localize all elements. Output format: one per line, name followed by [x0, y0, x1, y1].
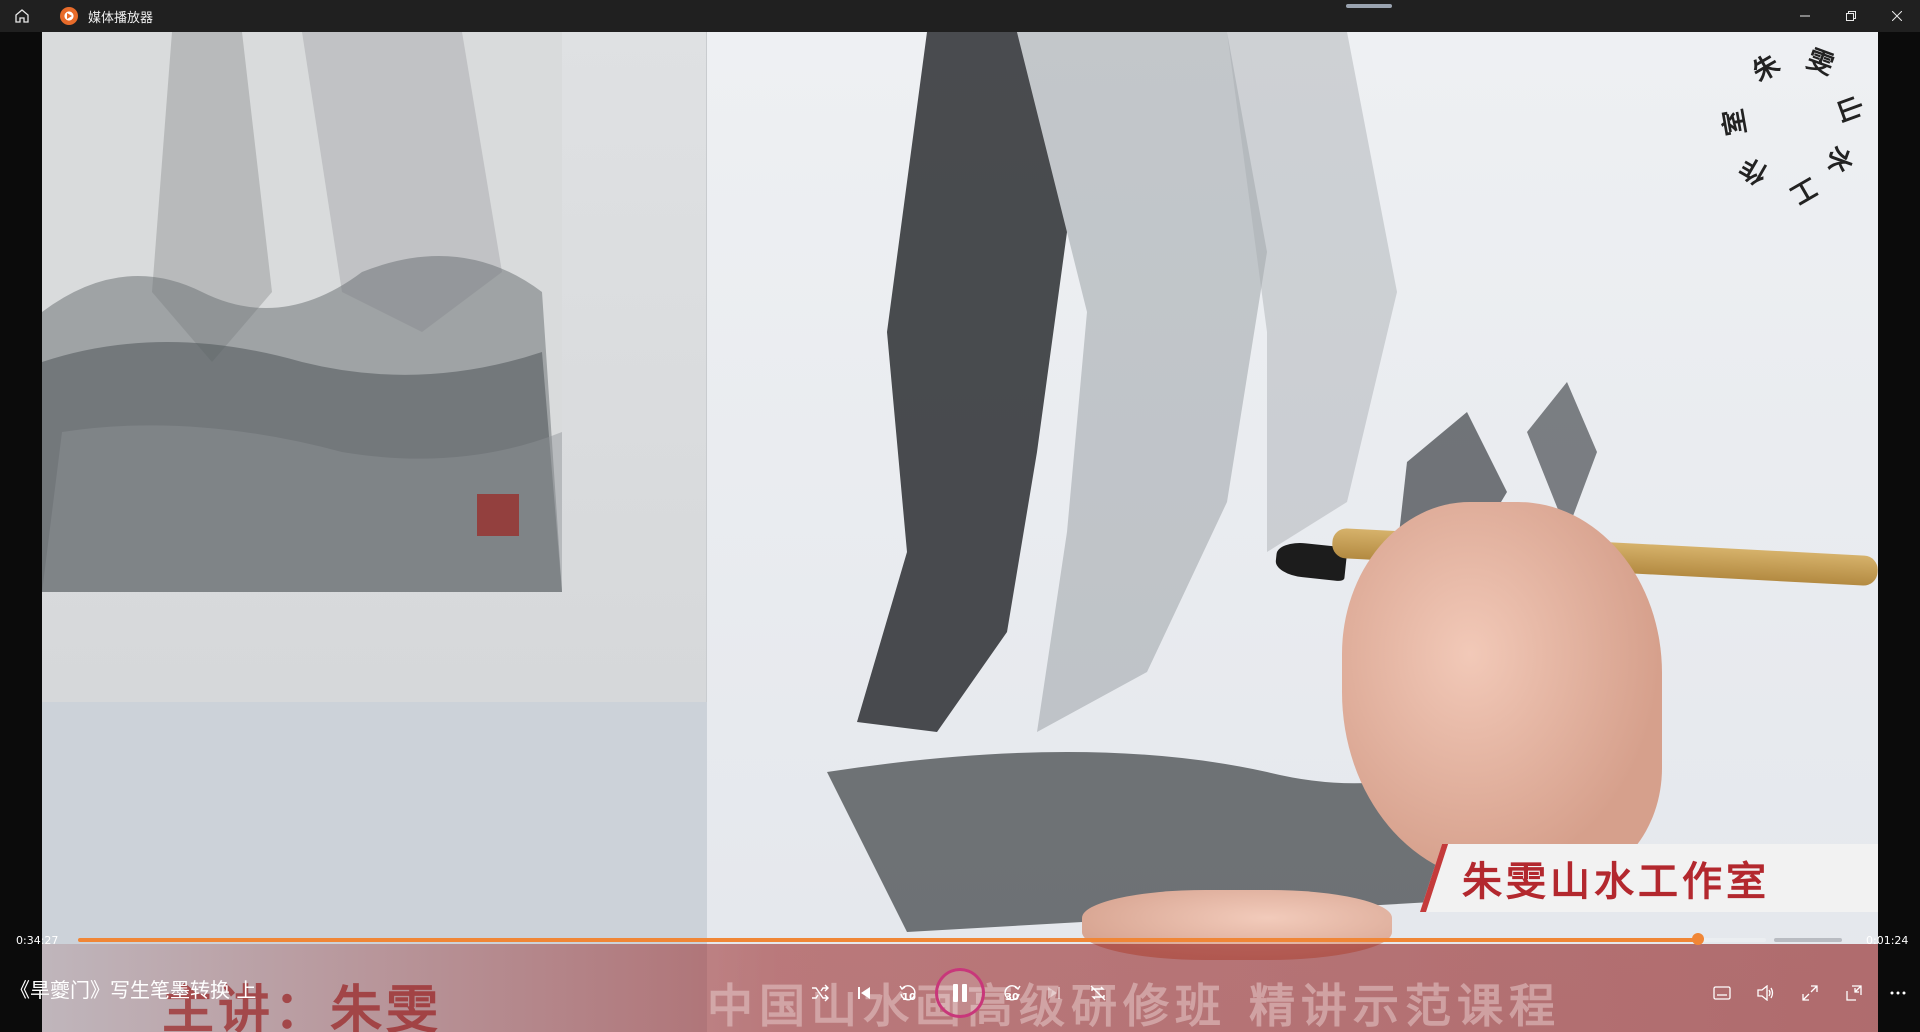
previous-button[interactable] — [844, 973, 884, 1013]
painter-hand — [1342, 502, 1662, 882]
pause-button[interactable] — [935, 968, 985, 1018]
left-painting — [42, 32, 707, 702]
seal-char: 工 — [1784, 170, 1823, 210]
player-controls: 0:34:27 0:01:24 《旱夔门》写生笔墨转换 上 10 30 — [0, 912, 1920, 1032]
fullscreen-button[interactable] — [1790, 973, 1830, 1013]
subtitles-button[interactable] — [1702, 973, 1742, 1013]
volume-track[interactable] — [1774, 938, 1842, 942]
next-icon — [1048, 987, 1060, 999]
subtitles-icon — [1713, 986, 1731, 1000]
video-frame[interactable]: 朱 雯 山 水 工 作 室 朱雯山水工作室 主讲：朱雯 中国山水画高级研修班 精… — [42, 32, 1878, 1032]
studio-name: 朱雯山水工作室 — [1462, 859, 1770, 905]
home-button[interactable] — [0, 0, 44, 32]
media-player-app-icon — [60, 7, 78, 25]
repeat-off-icon — [1090, 985, 1106, 1001]
skip-back-label: 10 — [902, 992, 916, 1003]
volume-icon — [1757, 985, 1774, 1001]
seal-char: 作 — [1735, 150, 1774, 190]
more-options-button[interactable] — [1878, 973, 1918, 1013]
seal-char: 雯 — [1802, 44, 1838, 82]
mini-player-button[interactable] — [1834, 973, 1874, 1013]
restore-button[interactable] — [1828, 0, 1874, 32]
shuffle-button[interactable] — [800, 973, 840, 1013]
seal-char: 室 — [1718, 106, 1753, 138]
more-options-icon — [1890, 991, 1906, 995]
repeat-off-button[interactable] — [1078, 973, 1118, 1013]
home-icon — [15, 9, 29, 23]
skip-forward-label: 30 — [1005, 992, 1019, 1003]
close-icon — [1892, 11, 1902, 21]
pause-icon — [953, 984, 967, 1002]
drag-handle[interactable] — [1346, 4, 1392, 8]
restore-icon — [1846, 11, 1856, 21]
time-remaining: 0:01:24 — [1866, 934, 1909, 947]
now-playing-title: 《旱夔门》写生笔墨转换 上 — [10, 978, 257, 1002]
close-button[interactable] — [1874, 0, 1920, 32]
next-button[interactable] — [1034, 973, 1074, 1013]
seek-bar-progress — [78, 938, 1699, 942]
time-elapsed: 0:34:27 — [16, 934, 59, 947]
volume-button[interactable] — [1746, 973, 1786, 1013]
seek-thumb[interactable] — [1692, 933, 1705, 945]
seal-char: 山 — [1830, 92, 1868, 127]
mini-player-icon — [1846, 985, 1862, 1001]
title-bar: 媒体播放器 — [0, 0, 1920, 32]
seal-char: 朱 — [1747, 49, 1786, 89]
fullscreen-icon — [1802, 985, 1818, 1001]
minimize-icon — [1800, 15, 1810, 17]
seal-char: 水 — [1820, 142, 1858, 177]
landscape-painting-left — [42, 32, 562, 592]
previous-icon — [858, 987, 870, 999]
minimize-button[interactable] — [1782, 0, 1828, 32]
seek-bar[interactable] — [78, 933, 1766, 945]
shuffle-icon — [812, 984, 829, 1002]
window-title: 媒体播放器 — [88, 10, 154, 26]
studio-seal-text: 朱 雯 山 水 工 作 室 — [1682, 42, 1872, 222]
